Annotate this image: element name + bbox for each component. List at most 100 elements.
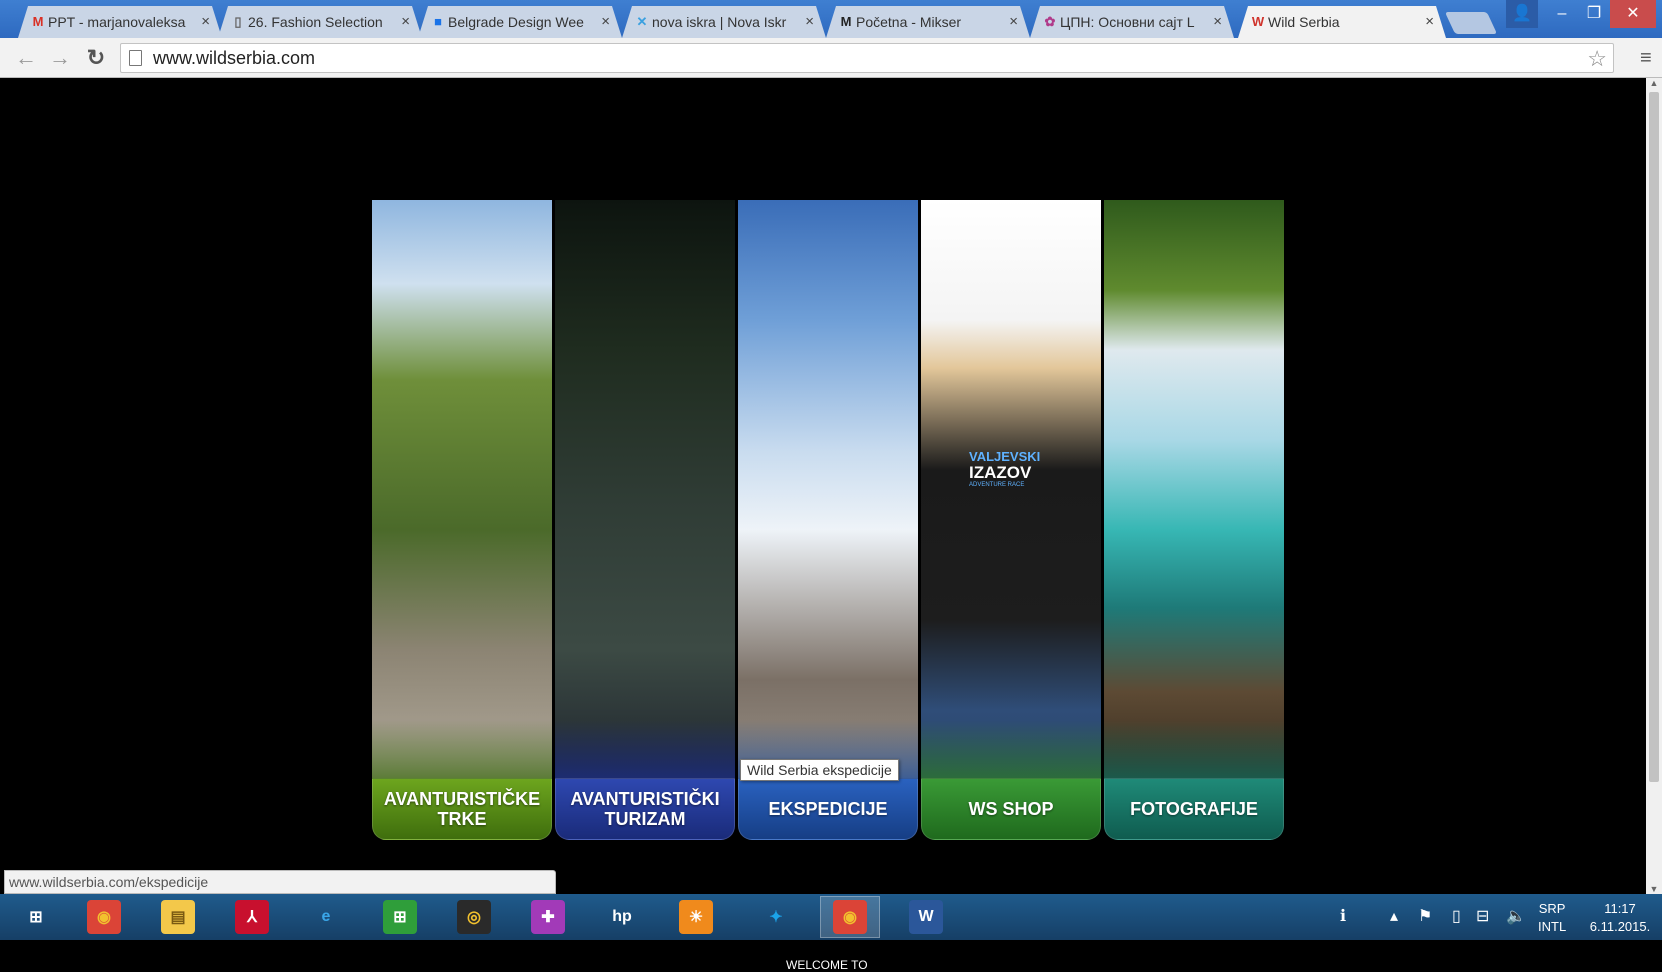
language-line2: INTL [1538,919,1567,934]
restore-button[interactable]: ❐ [1578,0,1610,28]
bookmark-star-icon[interactable]: ☆ [1587,45,1607,73]
cpn-icon: ✿ [1044,14,1056,29]
chrome-icon: ◉ [87,900,121,934]
browser-toolbar: ← → ↻ www.wildserbia.com ☆ ≡ [0,38,1662,78]
address-url[interactable]: www.wildserbia.com [153,44,315,72]
reload-icon[interactable]: ↻ [82,44,110,72]
climber-photo [738,200,918,800]
nova-iskra-icon: ✕ [636,14,648,29]
tab-fashion-selection[interactable]: ▯ 26. Fashion Selection × [218,6,422,38]
shop-model-photo: VALJEVSKI IZAZOV ADVENTURE RACE [921,200,1101,800]
tab-belgrade-design-week[interactable]: ■ Belgrade Design Wee × [418,6,622,38]
chrome-menu-icon[interactable]: ≡ [1640,44,1658,72]
language-indicator[interactable]: SRP INTL [1538,900,1566,946]
scroll-down-icon[interactable]: ▼ [1646,884,1662,894]
mountain-biker-photo [372,200,552,800]
chrome-running-icon: ◉ [833,900,867,934]
scrollbar-thumb[interactable] [1649,92,1659,782]
page-icon [129,50,142,66]
link-tooltip: Wild Serbia ekspedicije [740,759,899,781]
battery-icon[interactable]: ▯ [1452,906,1461,926]
taskbar-windows-start[interactable]: ⊞ [6,896,66,938]
category-panels: AVANTURISTIČKE TRKE AVANTURISTIČKI TURIZ… [372,200,1284,840]
word-icon: W [909,900,943,934]
panel-label: AVANTURISTIČKE TRKE [372,778,552,840]
weather-icon: ☀ [679,900,713,934]
welcome-text: WELCOME TO [786,958,868,972]
tab-cpn[interactable]: ✿ ЦПН: Основни сајт L × [1030,6,1234,38]
tab-title: PPT - marjanovaleksa [48,14,186,30]
taskbar-hp[interactable]: hp [592,896,652,938]
windows-taskbar: ⊞ ◉ ▤ ⅄ e ⊞ ◎ ✚ hp ☀ ✦ ◉ W ℹ ▴ ⚑ ▯ ⊟ 🔈 SRP INTL 11:1… [0,894,1662,940]
page-icon: ▯ [234,14,242,29]
panel-label: WS SHOP [921,778,1101,840]
panel-fotografije[interactable]: FOTOGRAFIJE [1104,200,1284,840]
puzzle-app-icon: ✚ [531,900,565,934]
taskbar-media-player[interactable]: ◎ [444,896,504,938]
wild-serbia-icon: W [1251,14,1265,29]
tab-nova-iskra[interactable]: ✕ nova iskra | Nova Iskr × [622,6,826,38]
browser-tab-strip: M PPT - marjanovaleksa × ▯ 26. Fashion S… [0,0,1662,38]
forward-arrow-icon[interactable]: → [46,44,74,72]
taskbar-weather[interactable]: ☀ [666,896,726,938]
user-profile-icon[interactable]: 👤 [1506,0,1538,28]
close-window-button[interactable]: ✕ [1610,0,1656,28]
taskbar-store[interactable]: ⊞ [370,896,430,938]
gmail-icon: M [32,14,44,29]
panel-label: AVANTURISTIČKI TURIZAM [555,778,735,840]
panel-ekspedicije[interactable]: EKSPEDICIJE [738,200,918,840]
close-icon[interactable]: × [601,6,610,38]
vertical-scrollbar[interactable]: ▲ ▼ [1646,78,1662,894]
close-icon[interactable]: × [1009,6,1018,38]
tab-title: nova iskra | Nova Iskr [652,14,787,30]
tab-gmail[interactable]: M PPT - marjanovaleksa × [18,6,222,38]
action-center-flag-icon[interactable]: ⚑ [1418,906,1432,926]
taskbar-chrome[interactable]: ◉ [74,896,134,938]
close-icon[interactable]: × [1213,6,1222,38]
bdw-icon: ■ [434,14,442,29]
hp-icon: hp [612,908,632,925]
shirt-logo-line1: VALJEVSKI [969,449,1041,464]
tab-wild-serbia[interactable]: W Wild Serbia × [1238,6,1446,38]
panel-avanturisticke-trke[interactable]: AVANTURISTIČKE TRKE [372,200,552,840]
taskbar-file-explorer[interactable]: ▤ [148,896,208,938]
close-icon[interactable]: × [401,6,410,38]
taskbar-telenor[interactable]: ✦ [746,896,806,938]
tab-title: 26. Fashion Selection [248,14,383,30]
taskbar-internet-explorer[interactable]: e [296,896,356,938]
taskbar-word[interactable]: W [896,896,956,938]
internet-explorer-icon: e [321,908,331,925]
windows-start-icon: ⊞ [29,909,43,926]
address-bar[interactable]: www.wildserbia.com ☆ [120,43,1614,73]
taskbar-acrobat[interactable]: ⅄ [222,896,282,938]
tab-title: Početna - Mikser [856,14,962,30]
help-icon[interactable]: ℹ [1340,906,1346,926]
new-tab-button[interactable] [1444,12,1498,34]
clock-date: 6.11.2015. [1589,919,1651,934]
taskbar-puzzle-app[interactable]: ✚ [518,896,578,938]
store-icon: ⊞ [383,900,417,934]
status-bar-url: www.wildserbia.com/ekspedicije [4,870,556,894]
close-icon[interactable]: × [805,6,814,38]
panel-avanturisticki-turizam[interactable]: AVANTURISTIČKI TURIZAM [555,200,735,840]
back-arrow-icon[interactable]: ← [12,44,40,72]
clock[interactable]: 11:17 6.11.2015. [1582,900,1658,946]
network-icon[interactable]: ⊟ [1476,906,1489,926]
waterfall-photo [1104,200,1284,800]
minimize-button[interactable]: – [1546,0,1578,28]
volume-icon[interactable]: 🔈 [1506,906,1526,926]
file-explorer-icon: ▤ [161,900,195,934]
shirt-logo-line3: ADVENTURE RACE [969,482,1025,488]
telenor-icon: ✦ [769,909,783,926]
close-icon[interactable]: × [201,6,210,38]
acrobat-icon: ⅄ [235,900,269,934]
shirt-logo-line2: IZAZOV [969,463,1032,482]
show-hidden-icons-icon[interactable]: ▴ [1390,906,1398,926]
panel-label: EKSPEDICIJE [738,778,918,840]
close-icon[interactable]: × [1425,6,1434,38]
taskbar-chrome-running[interactable]: ◉ [820,896,880,938]
language-line1: SRP [1538,901,1566,916]
tab-mikser[interactable]: M Početna - Mikser × [826,6,1030,38]
panel-ws-shop[interactable]: VALJEVSKI IZAZOV ADVENTURE RACE WS SHOP [921,200,1101,840]
scroll-up-icon[interactable]: ▲ [1646,78,1662,88]
